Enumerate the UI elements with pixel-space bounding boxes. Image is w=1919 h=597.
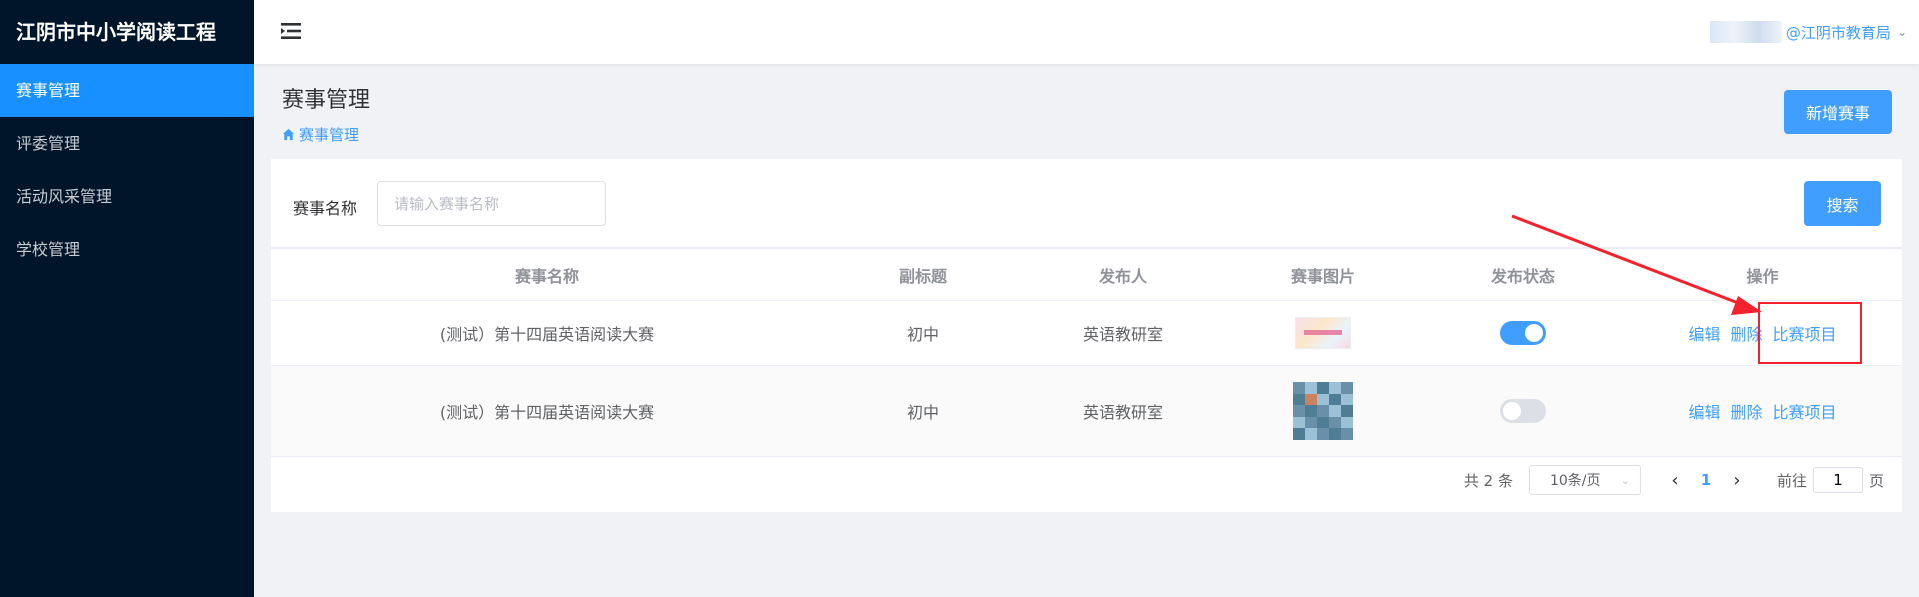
page-size-value: 10条/页 bbox=[1549, 473, 1601, 489]
table-header: 赛事名称 副标题 发布人 赛事图片 发布状态 操作 bbox=[271, 249, 1902, 301]
event-name: (测试）第十四届英语阅读大赛 bbox=[439, 325, 655, 344]
edit-link[interactable]: 编辑 bbox=[1688, 321, 1720, 345]
pagination: 共 2 条 10条/页 ⌄ ‹ 1 › 前往 页 bbox=[1464, 464, 1884, 496]
row-actions: 编辑 删除 比赛项目 bbox=[1623, 321, 1902, 345]
next-page-icon[interactable]: › bbox=[1721, 470, 1753, 491]
delete-link[interactable]: 删除 bbox=[1730, 399, 1762, 423]
event-publisher: 英语教研室 bbox=[1082, 403, 1163, 422]
column-header: 副标题 bbox=[898, 266, 947, 286]
event-image-cell bbox=[1223, 382, 1423, 440]
column-header: 操作 bbox=[1746, 266, 1779, 286]
avatar bbox=[1709, 21, 1782, 43]
page-number[interactable]: 1 bbox=[1691, 471, 1721, 489]
sidebar-item-judges[interactable]: 评委管理 bbox=[0, 117, 254, 170]
app-title: 江阴市中小学阅读工程 bbox=[16, 20, 216, 44]
goto-page-input[interactable] bbox=[1812, 467, 1863, 493]
page-size-select[interactable]: 10条/页 ⌄ bbox=[1528, 465, 1641, 495]
prev-page-icon[interactable]: ‹ bbox=[1659, 470, 1691, 491]
column-header: 赛事名称 bbox=[514, 266, 579, 286]
search-button[interactable]: 搜索 bbox=[1804, 181, 1881, 226]
event-thumbnail[interactable] bbox=[1295, 317, 1351, 349]
breadcrumb-label: 赛事管理 bbox=[299, 126, 360, 144]
breadcrumb[interactable]: 赛事管理 bbox=[282, 124, 370, 145]
sidebar-item-activities[interactable]: 活动风采管理 bbox=[0, 170, 254, 223]
event-thumbnail[interactable] bbox=[1293, 382, 1353, 440]
total-count: 共 2 条 bbox=[1463, 471, 1513, 490]
event-publisher: 英语教研室 bbox=[1082, 325, 1163, 344]
main-card: 赛事名称 搜索 赛事名称 副标题 发布人 赛事图片 发布状态 操作 (测试）第十… bbox=[271, 159, 1902, 512]
sidebar: 江阴市中小学阅读工程 赛事管理 评委管理 活动风采管理 学校管理 bbox=[0, 0, 254, 597]
top-bar: @江阴市教育局 ⌄ bbox=[254, 0, 1919, 64]
home-icon bbox=[282, 128, 295, 141]
publish-status-cell bbox=[1423, 399, 1623, 423]
event-subtitle: 初中 bbox=[906, 403, 939, 422]
table-row: (测试）第十四届英语阅读大赛 初中 英语教研室 编辑 删除 比赛项目 bbox=[271, 366, 1902, 457]
publish-status-cell bbox=[1423, 321, 1623, 345]
publish-toggle[interactable] bbox=[1500, 399, 1546, 423]
column-header: 赛事图片 bbox=[1290, 266, 1355, 286]
row-actions: 编辑 删除 比赛项目 bbox=[1623, 399, 1902, 423]
table-row: (测试）第十四届英语阅读大赛 初中 英语教研室 编辑 删除 比赛项目 bbox=[271, 301, 1902, 366]
chevron-down-icon: ⌄ bbox=[1620, 473, 1630, 487]
column-header: 发布人 bbox=[1098, 266, 1147, 286]
column-header: 发布状态 bbox=[1490, 266, 1555, 286]
page-suffix: 页 bbox=[1868, 471, 1884, 490]
menu-toggle-icon[interactable] bbox=[280, 20, 302, 42]
add-event-button[interactable]: 新增赛事 bbox=[1784, 90, 1892, 134]
user-name: @江阴市教育局 bbox=[1785, 23, 1891, 42]
competition-items-link[interactable]: 比赛项目 bbox=[1773, 399, 1837, 423]
goto-label: 前往 bbox=[1776, 471, 1807, 490]
sidebar-item-events[interactable]: 赛事管理 bbox=[0, 64, 254, 117]
search-label: 赛事名称 bbox=[293, 199, 358, 218]
sidebar-item-schools[interactable]: 学校管理 bbox=[0, 223, 254, 276]
chevron-down-icon: ⌄ bbox=[1896, 25, 1907, 39]
events-table: 赛事名称 副标题 发布人 赛事图片 发布状态 操作 (测试）第十四届英语阅读大赛… bbox=[271, 247, 1902, 457]
edit-link[interactable]: 编辑 bbox=[1688, 399, 1720, 423]
event-name: (测试）第十四届英语阅读大赛 bbox=[439, 403, 655, 422]
delete-link[interactable]: 删除 bbox=[1730, 321, 1762, 345]
search-input[interactable] bbox=[377, 181, 606, 226]
publish-toggle[interactable] bbox=[1500, 321, 1546, 345]
event-subtitle: 初中 bbox=[906, 325, 939, 344]
page-header: 赛事管理 赛事管理 bbox=[282, 82, 370, 145]
event-image-cell bbox=[1223, 317, 1423, 349]
user-menu[interactable]: @江阴市教育局 ⌄ bbox=[1709, 20, 1907, 44]
competition-items-link[interactable]: 比赛项目 bbox=[1773, 321, 1837, 345]
page-title: 赛事管理 bbox=[282, 88, 371, 113]
